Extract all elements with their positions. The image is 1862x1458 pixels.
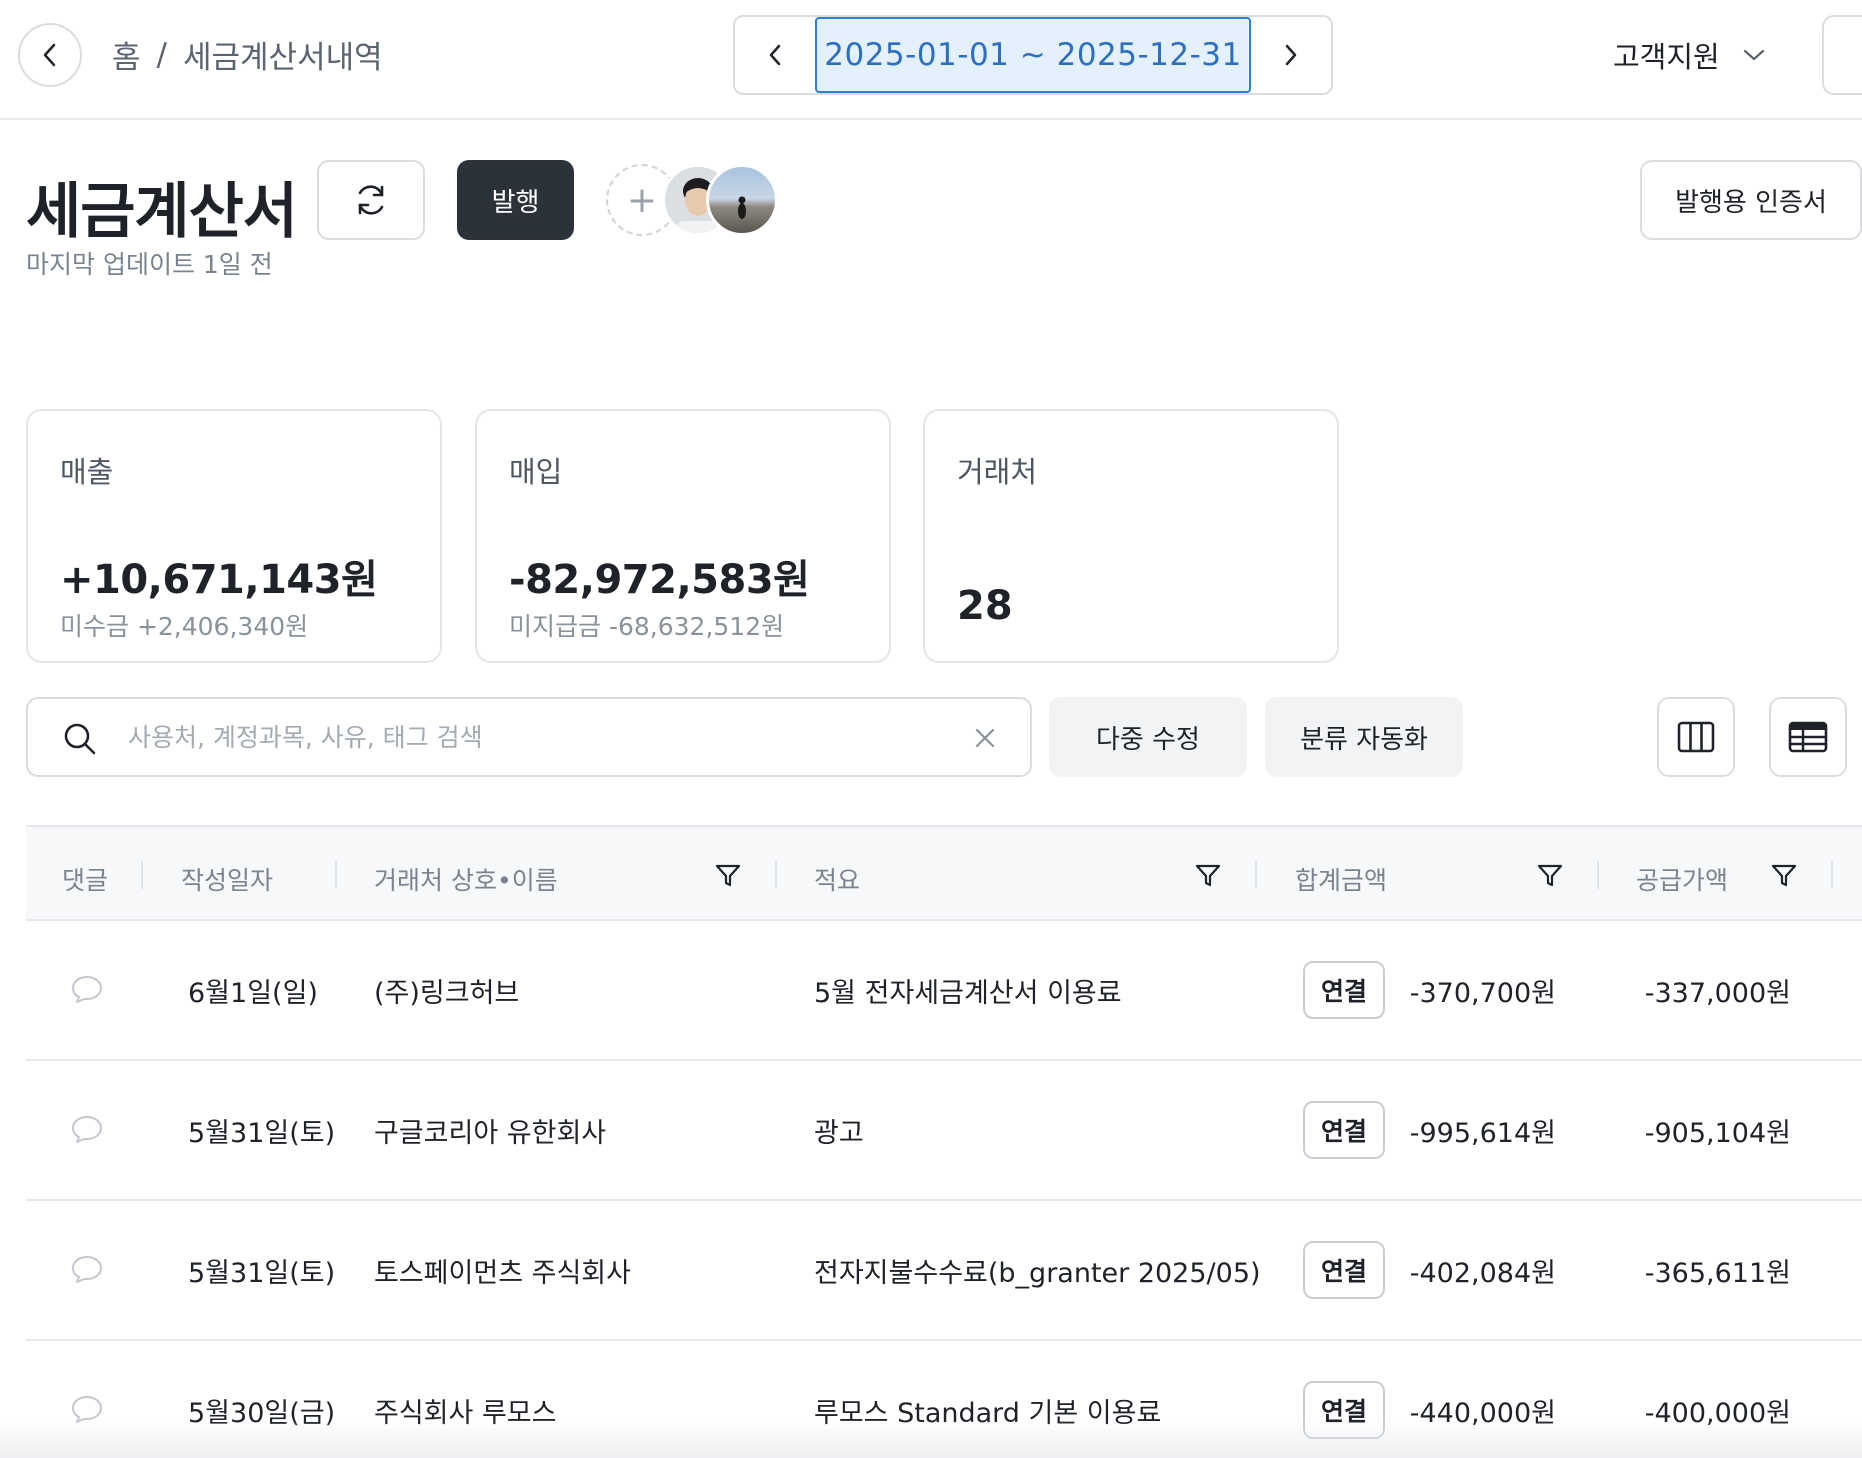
card-label: 매입	[509, 455, 563, 489]
partners-card[interactable]: 거래처 28	[923, 409, 1339, 663]
date-range-navigator: 2025-01-01 ~ 2025-12-31	[733, 15, 1333, 95]
refresh-icon	[358, 185, 384, 215]
column-header-summary[interactable]: 적요	[814, 861, 860, 897]
row-total: -995,614원	[1409, 1118, 1556, 1149]
next-period-button[interactable]	[1251, 17, 1331, 93]
column-header-total[interactable]: 합계금액	[1295, 861, 1387, 897]
filter-icon[interactable]	[1194, 863, 1222, 889]
row-total: -402,084원	[1409, 1258, 1556, 1289]
purchase-card[interactable]: 매입 -82,972,583원 미지급금 -68,632,512원	[475, 409, 891, 663]
comment-icon[interactable]	[70, 1113, 104, 1145]
columns-icon	[1677, 721, 1715, 753]
comment-icon[interactable]	[70, 973, 104, 1005]
topbar-overflow-button[interactable]	[1822, 15, 1862, 95]
table-view-icon	[1788, 721, 1828, 753]
column-divider[interactable]	[1255, 861, 1257, 889]
table-header: 댓글 작성일자 거래처 상호•이름 적요 합계금액 공급가액	[26, 825, 1862, 921]
column-divider[interactable]	[775, 861, 777, 889]
filter-icon[interactable]	[1536, 863, 1564, 889]
column-divider[interactable]	[1831, 861, 1833, 889]
row-total: -370,700원	[1409, 978, 1556, 1009]
row-date: 6월1일(일)	[188, 978, 318, 1009]
multi-edit-button[interactable]: 다중 수정	[1049, 697, 1247, 777]
chevron-left-icon	[769, 44, 781, 66]
date-range-picker[interactable]: 2025-01-01 ~ 2025-12-31	[815, 17, 1251, 93]
close-icon[interactable]	[971, 724, 999, 752]
page-title: 세금계산서	[26, 177, 298, 247]
column-header-date[interactable]: 작성일자	[181, 861, 273, 897]
row-partner: 구글코리아 유한회사	[374, 1118, 607, 1149]
back-button[interactable]	[18, 23, 82, 87]
column-header-supply[interactable]: 공급가액	[1636, 861, 1728, 897]
search-input[interactable]	[128, 717, 948, 757]
row-summary: 광고	[814, 1118, 864, 1149]
table-view-button[interactable]	[1769, 697, 1847, 777]
row-date: 5월31일(토)	[188, 1258, 336, 1289]
row-summary: 전자지불수수료(b_granter 2025/05)	[814, 1258, 1261, 1289]
row-date: 5월31일(토)	[188, 1118, 336, 1149]
link-badge[interactable]: 연결	[1303, 1241, 1385, 1299]
chevron-down-icon	[1743, 49, 1764, 61]
receivable-amount: 미수금 +2,406,340원	[60, 612, 309, 641]
support-menu[interactable]: 고객지원	[1613, 34, 1766, 76]
issue-button[interactable]: 발행	[457, 160, 574, 240]
last-update-text: 마지막 업데이트 1일 전	[26, 250, 273, 279]
payable-amount: 미지급금 -68,632,512원	[509, 612, 785, 641]
column-divider[interactable]	[141, 861, 143, 889]
sales-card[interactable]: 매출 +10,671,143원 미수금 +2,406,340원	[26, 409, 442, 663]
search-icon	[64, 723, 96, 755]
table-row[interactable]: 5월31일(토) 토스페이먼츠 주식회사 전자지불수수료(b_granter 2…	[26, 1201, 1862, 1341]
purchase-total: -82,972,583원	[509, 557, 810, 603]
issuing-certificate-button[interactable]: 발행용 인증서	[1640, 160, 1862, 240]
filter-icon[interactable]	[714, 863, 742, 889]
back-icon	[43, 43, 56, 67]
filter-icon[interactable]	[1770, 863, 1798, 889]
breadcrumb: 홈 / 세금계산서내역	[112, 32, 383, 77]
refresh-button[interactable]	[317, 160, 425, 240]
table-row[interactable]: 6월1일(일) (주)링크허브 5월 전자세금계산서 이용료 연결 -370,7…	[26, 921, 1862, 1061]
row-supply: -337,000원	[1644, 978, 1791, 1009]
row-partner: (주)링크허브	[374, 978, 520, 1009]
sales-total: +10,671,143원	[60, 557, 378, 603]
row-summary: 5월 전자세금계산서 이용료	[814, 978, 1122, 1009]
column-divider[interactable]	[335, 861, 337, 889]
card-label: 매출	[60, 455, 114, 489]
link-badge[interactable]: 연결	[1303, 961, 1385, 1019]
auto-classify-button[interactable]: 분류 자동화	[1265, 697, 1463, 777]
avatar[interactable]	[706, 164, 778, 236]
partner-count: 28	[957, 583, 1013, 629]
breadcrumb-separator: /	[156, 36, 167, 73]
comment-icon[interactable]	[70, 1253, 104, 1285]
column-header-partner[interactable]: 거래처 상호•이름	[374, 861, 558, 897]
breadcrumb-current: 세금계산서내역	[182, 40, 383, 76]
top-bar: 홈 / 세금계산서내역 2025-01-01 ~ 2025-12-31 고객지원	[0, 0, 1862, 120]
column-settings-button[interactable]	[1657, 697, 1735, 777]
link-badge[interactable]: 연결	[1303, 1101, 1385, 1159]
search-box	[26, 697, 1032, 777]
prev-period-button[interactable]	[735, 17, 815, 93]
scroll-fade	[0, 1420, 1862, 1458]
column-header-comment[interactable]: 댓글	[62, 861, 108, 897]
support-label: 고객지원	[1613, 40, 1720, 74]
breadcrumb-home[interactable]: 홈	[112, 32, 141, 77]
row-supply: -905,104원	[1644, 1118, 1791, 1149]
chevron-right-icon	[1285, 44, 1297, 66]
column-divider[interactable]	[1597, 861, 1599, 889]
table-row[interactable]: 5월31일(토) 구글코리아 유한회사 광고 연결 -995,614원 -905…	[26, 1061, 1862, 1201]
row-partner: 토스페이먼츠 주식회사	[374, 1258, 631, 1289]
card-label: 거래처	[957, 455, 1038, 489]
avatar-landscape-image	[738, 196, 746, 219]
row-supply: -365,611원	[1644, 1258, 1791, 1289]
